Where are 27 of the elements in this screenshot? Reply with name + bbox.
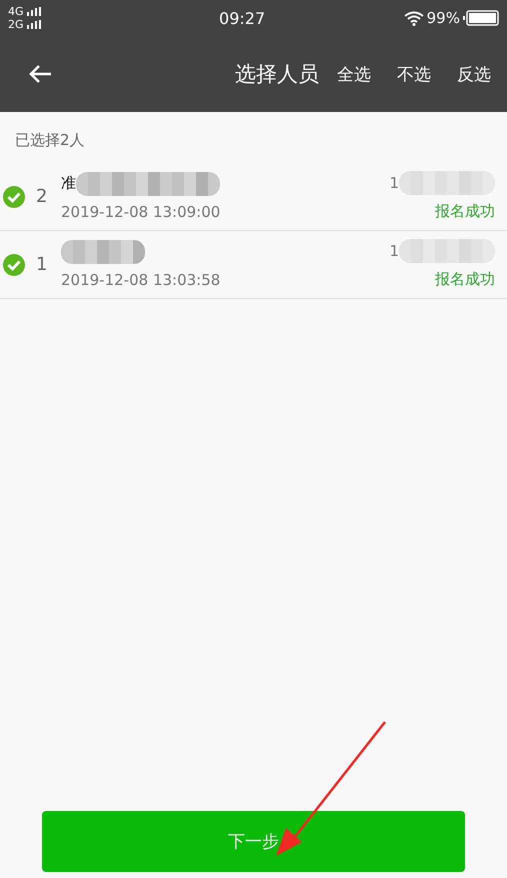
header-action[interactable]: 反选 xyxy=(457,62,491,86)
phone-number: 1 xyxy=(389,242,399,260)
wifi-icon xyxy=(404,10,424,26)
row-index: 2 xyxy=(35,186,48,207)
row-index: 1 xyxy=(35,254,48,275)
back-button[interactable] xyxy=(28,64,52,84)
signup-time: 2019-12-08 13:09:00 xyxy=(61,202,220,220)
signal-icon xyxy=(26,20,41,29)
back-arrow-icon xyxy=(28,64,52,84)
header-action[interactable]: 不选 xyxy=(397,62,431,86)
person-row[interactable]: 1 2019-12-08 13:03:58 1 报名成功 xyxy=(0,231,507,299)
network-label: 4G xyxy=(8,5,24,18)
signup-status: 报名成功 xyxy=(435,270,495,289)
header-action[interactable]: 全选 xyxy=(337,62,371,86)
selection-count: 已选择2人 xyxy=(14,130,86,151)
battery-icon xyxy=(462,10,499,26)
checkbox-checked-icon[interactable] xyxy=(3,186,25,208)
signup-status: 报名成功 xyxy=(435,202,495,221)
phone-number: 1 xyxy=(389,174,399,192)
page-title: 选择人员 xyxy=(235,61,319,88)
person-name: 准 xyxy=(61,174,76,193)
checkbox-checked-icon[interactable] xyxy=(3,254,25,276)
network-label: 2G xyxy=(8,18,24,31)
battery-percent: 99% xyxy=(426,9,460,27)
clock: 09:27 xyxy=(219,8,266,28)
signup-time: 2019-12-08 13:03:58 xyxy=(61,270,220,288)
signal-icon xyxy=(26,7,41,16)
